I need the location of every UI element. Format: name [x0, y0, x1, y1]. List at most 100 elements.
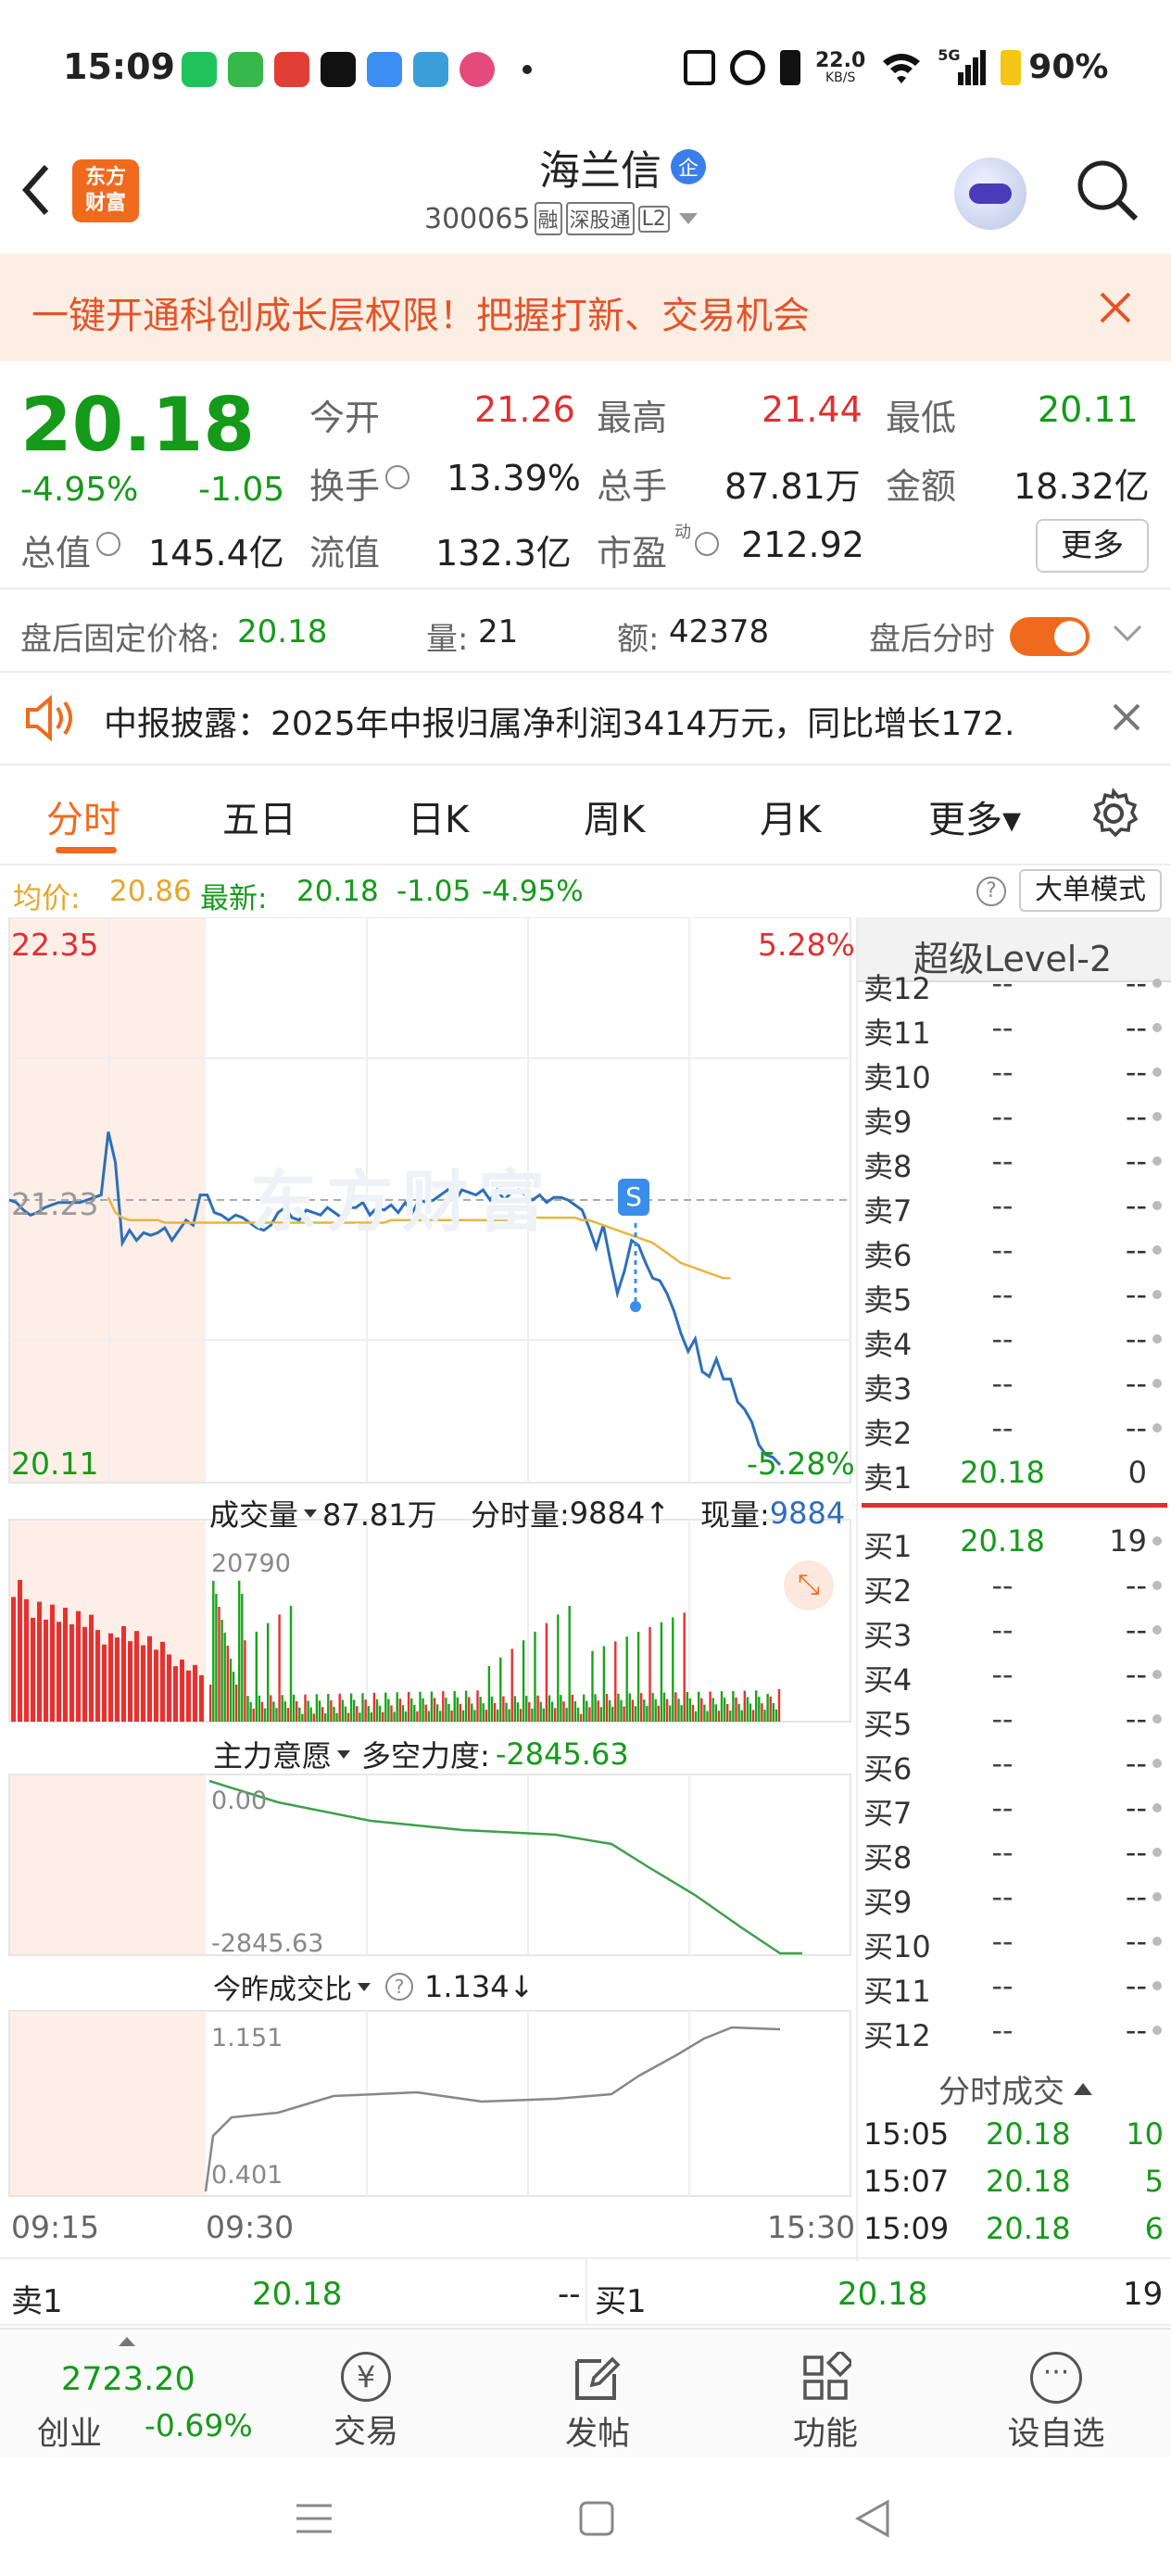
after-hours-toggle[interactable] — [1010, 617, 1089, 656]
volume-bar — [482, 1703, 485, 1722]
volume-bar — [686, 1692, 688, 1722]
open-value: 21.26 — [474, 389, 575, 430]
trades-header[interactable]: 分时成交 — [858, 2066, 1171, 2112]
volume-bar — [404, 1711, 408, 1722]
tab-weekly-k[interactable]: 周K — [584, 789, 645, 843]
robot-avatar-icon[interactable] — [954, 158, 1026, 230]
bid-qty: -- — [1125, 2013, 1147, 2048]
bottom-ask-qty: -- — [558, 2276, 581, 2313]
moneyflow-label[interactable]: 主力意愿 — [213, 1733, 332, 1775]
tag-level: L2 — [637, 205, 670, 233]
bottom-toolbar: 2723.20 创业 -0.69% ¥ 交易 发帖 功能 ··· 设自选 — [0, 2328, 1171, 2457]
latest-change-percent: -4.95% — [482, 875, 584, 908]
close-icon[interactable] — [1112, 702, 1141, 732]
volume-bar — [453, 1690, 456, 1722]
volume-bar — [490, 1696, 494, 1722]
tab-five-day[interactable]: 五日 — [222, 789, 296, 843]
volume-bar — [335, 1712, 338, 1722]
toutiao-icon — [274, 52, 309, 87]
volume-bar — [410, 1698, 413, 1722]
volume-bar — [557, 1614, 560, 1722]
volume-bar — [281, 1695, 283, 1722]
add-watchlist-button[interactable]: ··· 设自选 — [991, 2330, 1121, 2459]
tab-intraday[interactable]: 分时 — [46, 789, 120, 843]
volume-label[interactable]: 成交量 — [209, 1492, 298, 1534]
more-button[interactable]: 更多 — [1036, 519, 1149, 573]
volume-bar — [31, 1617, 35, 1722]
search-icon[interactable] — [1075, 158, 1140, 222]
volume-bar — [370, 1711, 372, 1722]
dot-icon — [1152, 1670, 1162, 1679]
volume-bar — [141, 1645, 145, 1722]
expand-icon[interactable]: ⤡ — [784, 1560, 834, 1610]
volume-bar — [586, 1700, 588, 1722]
triangle-up-icon — [1074, 2083, 1092, 2095]
ask-label: 卖12 — [863, 971, 931, 1006]
dropdown-triangle-icon[interactable] — [337, 1749, 351, 1759]
ask-row: 卖7 -- -- — [858, 1184, 1171, 1229]
intraday-chart[interactable] — [0, 917, 856, 2261]
promo-banner[interactable]: 一键开通科创成长层权限！把握打新、交易机会 — [0, 254, 1171, 361]
gear-icon[interactable] — [1088, 788, 1140, 840]
high-label: 最高 — [597, 398, 668, 438]
dropdown-triangle-icon[interactable] — [304, 1509, 318, 1518]
volume-bar — [424, 1704, 427, 1722]
volume-bar — [433, 1698, 436, 1722]
volume-bar — [680, 1705, 683, 1722]
trade-price: 20.18 — [986, 2116, 1071, 2152]
stock-name: 海兰信 — [539, 147, 661, 195]
info-circle-icon[interactable] — [96, 532, 120, 556]
info-circle-icon[interactable] — [385, 465, 409, 489]
function-button[interactable]: 功能 — [765, 2330, 886, 2459]
volume-bar — [562, 1701, 565, 1722]
pre-market-shade — [9, 2011, 206, 2196]
volume-bar — [344, 1706, 347, 1722]
tab-daily-k[interactable]: 日K — [408, 789, 469, 843]
close-icon[interactable] — [1099, 291, 1132, 324]
info-circle-icon[interactable] — [695, 532, 719, 556]
notice-bar[interactable]: 中报披露：2025年中报归属净利润3414万元，同比增长172. — [0, 673, 1171, 764]
home-square-icon[interactable] — [578, 2500, 615, 2537]
big-order-mode-button[interactable]: 大单模式 — [1019, 869, 1162, 912]
tab-more[interactable]: 更多▾ — [928, 789, 1021, 843]
volume-bar — [445, 1698, 447, 1722]
help-icon[interactable]: ? — [385, 1973, 413, 2001]
tree-icon — [413, 52, 448, 87]
after-hours-qty-label: 量: — [426, 621, 469, 658]
ratio-label[interactable]: 今昨成交比 — [213, 1966, 352, 2007]
post-button[interactable]: 发帖 — [537, 2330, 658, 2459]
sell-signal-badge[interactable]: S — [618, 1179, 649, 1216]
ask-row: 卖8 -- -- — [858, 1140, 1171, 1184]
volume-header: 成交量 87.81万 — [209, 1492, 437, 1534]
volume-bar — [212, 1581, 215, 1722]
chevron-down-icon[interactable] — [1112, 623, 1143, 645]
volume-bar — [128, 1641, 132, 1722]
volume-bar — [591, 1650, 594, 1722]
bid-row: 买2 -- -- — [858, 1564, 1171, 1609]
bottom-bid-label: 买1 — [595, 2283, 647, 2320]
help-icon[interactable]: ? — [976, 877, 1006, 906]
volume-bar — [634, 1706, 637, 1722]
volume-bar — [643, 1699, 646, 1722]
tab-monthly-k[interactable]: 月K — [760, 789, 821, 843]
volume-bar — [232, 1672, 235, 1722]
volume-bar — [44, 1619, 48, 1722]
index-widget[interactable]: 2723.20 创业 -0.69% — [0, 2330, 259, 2459]
bid-qty: -- — [1125, 1657, 1147, 1692]
menu-icon[interactable] — [295, 2502, 334, 2535]
back-triangle-icon[interactable] — [854, 2498, 891, 2539]
trade-price: 20.18 — [986, 2164, 1071, 2199]
volume-bar — [95, 1630, 100, 1722]
divider — [0, 587, 1171, 589]
volume-bar — [209, 1685, 212, 1722]
volume-bar — [330, 1699, 333, 1722]
divider — [0, 764, 1171, 765]
dropdown-triangle-icon[interactable] — [678, 213, 698, 224]
volume-bar — [223, 1633, 226, 1722]
ask-label: 卖4 — [863, 1327, 913, 1362]
trade-button[interactable]: ¥ 交易 — [306, 2330, 426, 2459]
dropdown-triangle-icon[interactable] — [358, 1982, 371, 1991]
volume-bar — [430, 1691, 434, 1722]
enterprise-badge: 企 — [671, 149, 706, 184]
bid-row: 买3 -- -- — [858, 1609, 1171, 1653]
